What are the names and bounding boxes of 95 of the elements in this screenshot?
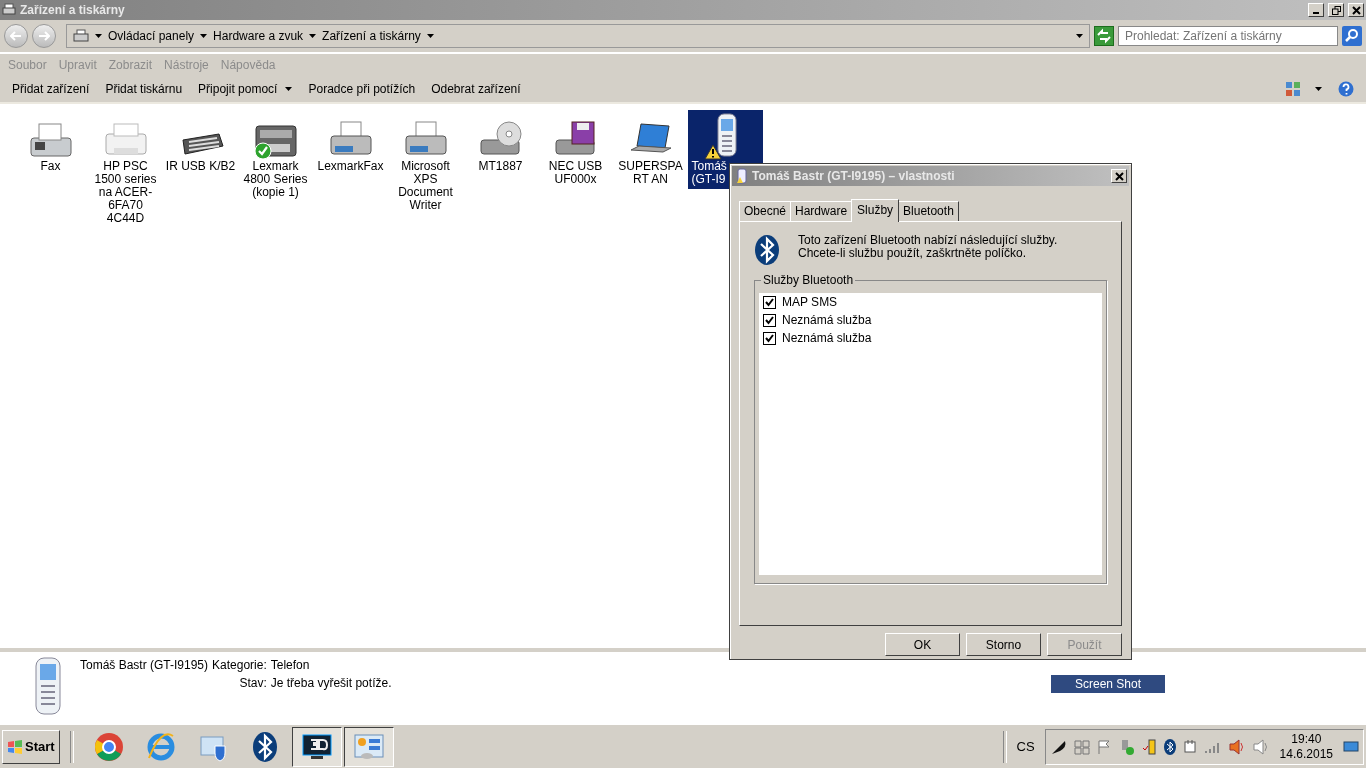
window-title: Zařízení a tiskárny [20,3,126,17]
clock-time[interactable]: 19:40 [1291,731,1322,747]
breadcrumb-item[interactable]: Ovládací panely [108,29,195,43]
field-value: Telefon [270,658,311,672]
device-name: Tomáš Bastr (GT-I9195) [80,658,209,672]
screen-shot-label: Screen Shot [1051,675,1165,693]
toolbar-button[interactable]: Poradce při potížích [300,80,424,98]
toolbar-button[interactable]: Odebrat zařízení [423,80,529,98]
device-label: HP PSC 1500 series na ACER-6FA70 4C44D [93,160,158,225]
tab[interactable]: Hardware [790,201,853,221]
device-item[interactable]: Microsoft XPS Document Writer [388,110,463,215]
toolbar-button[interactable]: Přidat tiskárnu [97,80,191,98]
browser-icon[interactable] [93,731,124,762]
device-item[interactable]: SUPERSPART AN [613,110,688,189]
caret-icon [1315,87,1322,91]
breadcrumb-item[interactable]: Zařízení a tiskárny [322,29,421,43]
device-item[interactable]: NEC USB UF000x [538,110,613,189]
taskbar-button[interactable] [343,726,394,767]
start-button[interactable]: Start [2,729,60,764]
field-value: Je třeba vyřešit potíže. [270,676,392,690]
caret-icon [95,34,102,38]
device-label: Lexmark 4800 Series (kopie 1) [242,160,309,199]
warning-icon [703,144,722,160]
device-item[interactable]: MT1887 [463,110,538,176]
bluetooth-icon[interactable] [251,730,278,763]
monitor-icon[interactable] [300,731,333,762]
flag-icon[interactable] [1095,738,1112,755]
arrow-right-icon [38,30,50,41]
printer-icon [2,3,16,17]
toolbar-button[interactable]: Přidat zařízení [4,80,98,98]
device-label: NEC USB UF000x [547,160,604,186]
caret-icon [285,87,293,91]
checkbox[interactable] [763,313,776,327]
caret-icon [1076,34,1083,38]
close-button[interactable] [1111,169,1127,183]
service-label[interactable]: Neznámá služba [782,331,872,345]
restore-button[interactable] [1328,3,1344,17]
device-item[interactable]: Fax [13,110,88,176]
service-label[interactable]: MAP SMS [782,295,838,309]
speaker-icon[interactable] [1251,737,1270,756]
device-label: Microsoft XPS Document Writer [397,160,454,212]
device-label: IR USB K/B2 [165,160,236,173]
check-badge-icon [253,142,272,160]
close-icon [1351,5,1361,15]
clock-date[interactable]: 14.6.2015 [1279,746,1333,762]
caret-icon [309,34,317,38]
bluetooth-icon [754,234,780,266]
device-label: LexmarkFax [316,160,385,173]
toolbar-button[interactable]: Připojit pomocí [190,80,301,98]
description-text: Toto zařízení Bluetooth nabízí následující služby. Chcete-li službu použít, zaškrtněte políčko. [798,234,1059,260]
browser-icon[interactable] [145,731,176,762]
dialog-button[interactable]: OK [885,633,960,656]
caret-icon [426,34,434,38]
forward-button[interactable] [32,24,56,48]
service-label[interactable]: Neznámá služba [782,313,872,327]
help-icon[interactable] [1338,81,1354,97]
checkbox[interactable] [763,295,776,309]
device-item[interactable]: IR USB K/B2 [163,110,238,176]
battery-icon[interactable] [1141,737,1158,756]
restore-icon [1331,5,1341,15]
arrow-left-icon [10,30,22,41]
back-button[interactable] [4,24,28,48]
windows-logo-icon [7,739,23,754]
breadcrumb-item[interactable]: Hardware a zvuk [213,29,304,43]
taskbar-button[interactable] [291,726,342,767]
device-item[interactable]: HP PSC 1500 series na ACER-6FA70 4C44D [88,110,163,228]
caret-icon [200,34,208,38]
search-field[interactable]: Prohledat: Zařízení a tiskárny [1118,26,1338,46]
dialog-button[interactable]: Storno [966,633,1041,656]
view-options-icon[interactable] [1285,81,1301,97]
tab[interactable]: Obecné [739,201,792,221]
tab[interactable]: Služby [851,199,900,222]
search-icon[interactable] [1342,26,1362,46]
address-bar[interactable]: Ovládací panely Hardware a zvuk Zařízení a tiskárny [66,24,1090,48]
printer-icon [73,29,89,43]
windows-icon[interactable] [1073,738,1090,755]
close-button[interactable] [1348,3,1364,17]
field-label: Stav: [238,676,267,690]
device-item[interactable]: Lexmark 4800 Series (kopie 1) [238,110,313,202]
device-label: Fax [39,160,62,173]
device-label: MT1887 [477,160,524,173]
refresh-icon[interactable] [1094,26,1114,46]
group-title: Služby Bluetooth [761,273,856,287]
language-indicator[interactable]: CS [1008,739,1043,754]
tab[interactable]: Bluetooth [898,201,959,221]
phone-warning-icon [736,168,748,184]
checkbox[interactable] [763,331,776,345]
device-item[interactable]: LexmarkFax [313,110,388,176]
speaker-icon[interactable] [1227,737,1246,756]
show-desktop-icon[interactable] [1343,739,1359,754]
device-label: Tomáš (GT-I9 [691,160,728,186]
minimize-button[interactable] [1308,3,1324,17]
bluetooth-icon[interactable] [1163,738,1176,755]
field-label: Kategorie: [212,658,267,672]
device-label: SUPERSPART AN [617,160,684,186]
